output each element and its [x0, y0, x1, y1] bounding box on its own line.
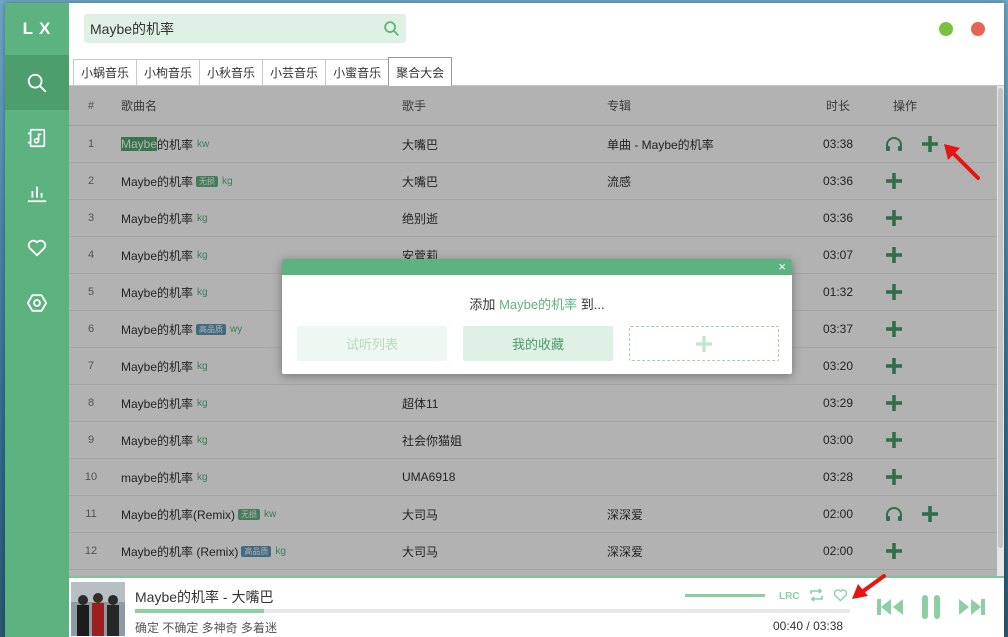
current-lyric: 确定 不确定 多神奇 多着迷	[135, 621, 278, 635]
tab-source-1[interactable]: 小蜗音乐	[73, 59, 138, 85]
dialog-close-button[interactable]: ×	[778, 260, 786, 274]
lyric-icon: LRC	[779, 591, 799, 602]
pause-icon	[922, 595, 940, 619]
search-box	[84, 14, 406, 43]
album-cover-image	[71, 582, 125, 636]
previous-icon	[877, 599, 903, 615]
music-list-icon	[27, 128, 46, 147]
tab-aggregate[interactable]: 聚合大会	[388, 57, 453, 86]
app-window: LX Maybe的机率 小蜗音乐 小枸音乐 小秋音乐 小芸音乐 小蜜音乐 聚合大…	[5, 3, 1004, 637]
time-total: 03:38	[813, 619, 844, 633]
dialog-header: ×	[282, 259, 792, 275]
chart-bars-icon	[27, 186, 47, 202]
settings-hexagon-icon	[26, 293, 48, 312]
lyric-toggle-button[interactable]: LRC	[779, 586, 799, 604]
time-separator: /	[806, 619, 810, 633]
next-icon	[959, 599, 985, 615]
my-favorites-button[interactable]: 我的收藏	[463, 326, 613, 361]
time-current: 00:40	[773, 619, 804, 633]
new-list-button[interactable]	[629, 326, 779, 361]
dialog-buttons: 试听列表 我的收藏	[297, 326, 779, 361]
minimize-button[interactable]	[939, 22, 953, 36]
repeat-icon	[809, 588, 823, 602]
progress-bar[interactable]	[135, 609, 850, 613]
heart-icon	[27, 239, 47, 256]
favorite-button[interactable]	[831, 586, 849, 604]
tab-source-2[interactable]: 小枸音乐	[136, 59, 201, 85]
tab-source-4[interactable]: 小芸音乐	[262, 59, 327, 85]
tab-source-3[interactable]: 小秋音乐	[199, 59, 264, 85]
volume-fill	[685, 594, 765, 597]
volume-slider[interactable]	[685, 594, 765, 597]
search-input[interactable]	[84, 14, 376, 43]
app-logo: LX	[22, 19, 57, 38]
scrollbar-thumb[interactable]	[998, 88, 1003, 548]
previous-button[interactable]	[875, 594, 905, 620]
heart-icon	[833, 589, 847, 602]
dialog-song-name: Maybe的机率	[499, 297, 578, 312]
dialog-title-suffix: 到...	[580, 297, 605, 312]
plus-icon	[696, 335, 712, 352]
pause-button[interactable]	[917, 594, 945, 620]
dialog-title: 添加 Maybe的机率 到...	[282, 294, 792, 313]
search-button[interactable]	[376, 14, 406, 43]
search-icon	[383, 21, 399, 36]
close-button[interactable]	[971, 22, 985, 36]
sidebar-item-favorites[interactable]	[5, 220, 69, 275]
sidebar-item-settings[interactable]	[5, 275, 69, 330]
listen-list-button[interactable]: 试听列表	[297, 326, 447, 361]
album-cover[interactable]	[71, 582, 125, 636]
play-time: 00:40 / 03:38	[773, 619, 843, 633]
now-playing-title: Maybe的机率 - 大嘴巴	[135, 589, 274, 605]
dialog-title-prefix: 添加	[469, 297, 496, 312]
add-to-list-dialog: × 添加 Maybe的机率 到... 试听列表 我的收藏	[282, 259, 792, 374]
top-bar	[69, 3, 1004, 56]
progress-fill	[135, 609, 264, 613]
sidebar: LX	[5, 3, 69, 637]
source-tabs: 小蜗音乐 小枸音乐 小秋音乐 小芸音乐 小蜜音乐 聚合大会	[69, 56, 1004, 86]
sidebar-item-song-list[interactable]	[5, 110, 69, 165]
search-icon	[27, 73, 47, 92]
svg-text:LRC: LRC	[779, 591, 799, 602]
sidebar-item-leaderboard[interactable]	[5, 165, 69, 220]
player-bar: Maybe的机率 - 大嘴巴 确定 不确定 多神奇 多着迷 00:40 / 03…	[69, 576, 1004, 637]
next-button[interactable]	[957, 594, 987, 620]
repeat-button[interactable]	[807, 586, 825, 604]
sidebar-item-search[interactable]	[5, 55, 69, 110]
tab-source-5[interactable]: 小蜜音乐	[325, 59, 390, 85]
